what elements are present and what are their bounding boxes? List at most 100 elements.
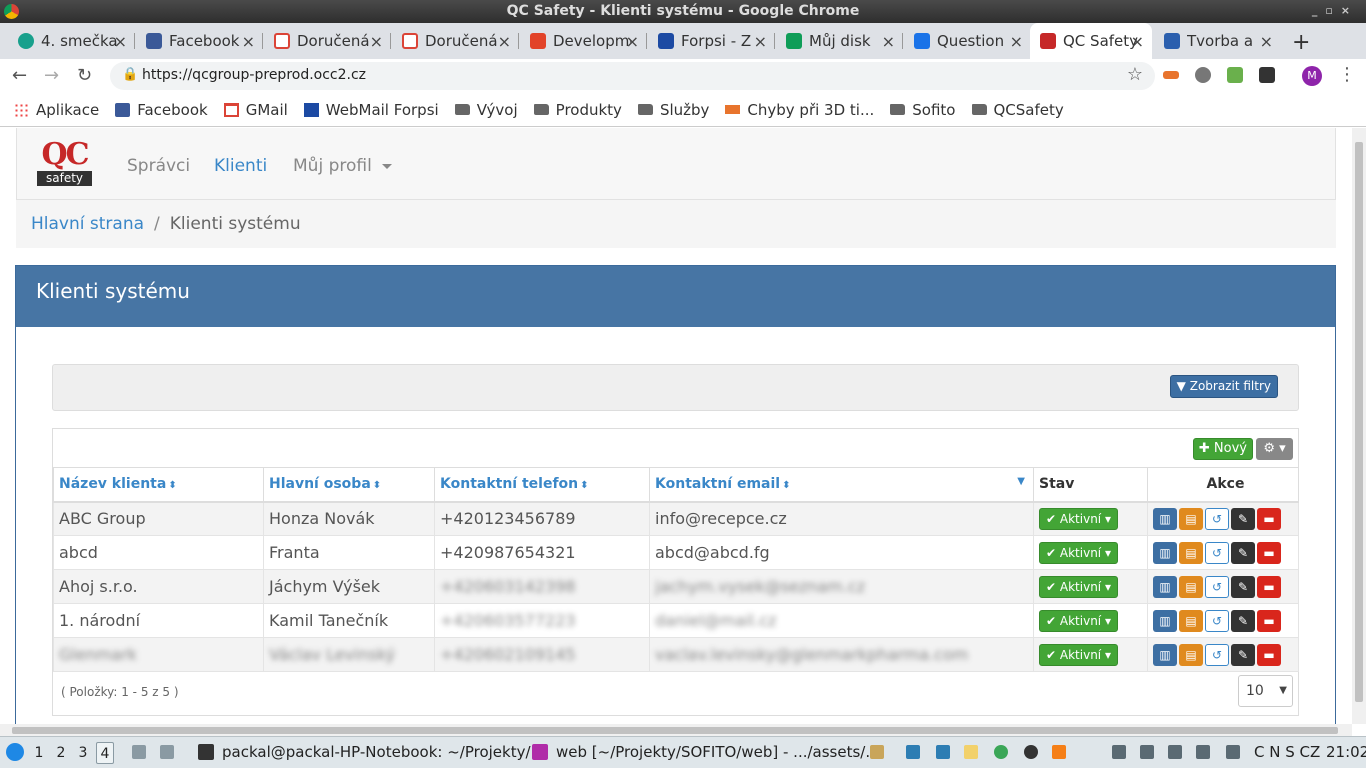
home-icon[interactable]	[160, 745, 174, 759]
tab-7[interactable]: Můj disk ×	[776, 23, 903, 59]
bookmark-folder-produkty[interactable]: Produkty	[533, 101, 622, 119]
window-controls[interactable]: _▫×	[1312, 0, 1358, 22]
vertical-scrollbar[interactable]	[1352, 128, 1366, 724]
reload-icon[interactable]: ↻	[77, 65, 92, 86]
building-icon[interactable]: ▥	[1153, 541, 1177, 564]
close-icon[interactable]: ×	[1010, 32, 1023, 51]
qr-code-icon[interactable]	[1259, 67, 1275, 83]
edit-icon[interactable]: ✎	[1231, 541, 1255, 564]
col-header-osoba[interactable]: Hlavní osoba ⬍	[263, 467, 435, 503]
id-card-icon[interactable]: ▤	[1179, 541, 1203, 564]
qc-safety-logo[interactable]: QC safety	[37, 140, 92, 188]
status-dropdown-button[interactable]: ✔ Aktivní ▾	[1039, 507, 1118, 530]
breadcrumb-home[interactable]: Hlavní strana	[31, 214, 144, 234]
close-icon[interactable]: ×	[1131, 32, 1144, 51]
bookmark-apps[interactable]: Aplikace	[14, 101, 99, 119]
history-icon[interactable]: ↺	[1205, 643, 1229, 666]
tab-4[interactable]: Doručená ×	[392, 23, 519, 59]
menu-icon[interactable]: ⋮	[1338, 64, 1356, 85]
settings-dropdown-button[interactable]: ⚙ ▾	[1256, 438, 1293, 460]
bookmark-folder-qcsafety[interactable]: QCSafety	[971, 101, 1064, 119]
back-icon[interactable]: ←	[12, 65, 27, 86]
new-tab-button[interactable]: +	[1292, 30, 1310, 55]
tab-9-active[interactable]: QC Safety ×	[1030, 23, 1152, 59]
bookmark-chyby-3d[interactable]: Chyby při 3D ti...	[725, 101, 874, 119]
workspace-3[interactable]: 3	[74, 742, 92, 764]
bluetooth-icon[interactable]	[936, 745, 950, 759]
dropbox-icon[interactable]	[1112, 745, 1126, 759]
orange-app-icon[interactable]	[1052, 745, 1066, 759]
extension-icon[interactable]	[1195, 67, 1211, 83]
trash-icon[interactable]: ▬	[1257, 541, 1281, 564]
trash-icon[interactable]	[132, 745, 146, 759]
history-icon[interactable]: ↺	[1205, 541, 1229, 564]
close-icon[interactable]: ×	[242, 32, 255, 51]
status-dropdown-button[interactable]: ✔ Aktivní ▾	[1039, 541, 1118, 564]
avatar[interactable]: M	[1302, 66, 1322, 86]
close-icon[interactable]: ×	[882, 32, 895, 51]
tab-1[interactable]: 4. smečka ×	[8, 23, 135, 59]
url-text[interactable]: https://qcgroup-preprod.occ2.cz	[142, 67, 366, 83]
tab-6[interactable]: Forpsi - Z ×	[648, 23, 775, 59]
extension-icon[interactable]	[1163, 71, 1179, 79]
trash-icon[interactable]: ▬	[1257, 575, 1281, 598]
close-icon[interactable]: ×	[498, 32, 511, 51]
tab-8[interactable]: Question ×	[904, 23, 1031, 59]
bookmark-webmail-forpsi[interactable]: WebMail Forpsi	[303, 101, 439, 119]
history-icon[interactable]: ↺	[1205, 575, 1229, 598]
display-icon[interactable]	[1226, 745, 1240, 759]
extension-icon[interactable]	[1227, 67, 1243, 83]
tab-2[interactable]: Facebook ×	[136, 23, 263, 59]
history-icon[interactable]: ↺	[1205, 609, 1229, 632]
building-icon[interactable]: ▥	[1153, 609, 1177, 632]
tab-10[interactable]: Tvorba a ×	[1154, 23, 1281, 59]
status-dropdown-button[interactable]: ✔ Aktivní ▾	[1039, 575, 1118, 598]
status-dropdown-button[interactable]: ✔ Aktivní ▾	[1039, 609, 1118, 632]
building-icon[interactable]: ▥	[1153, 507, 1177, 530]
close-icon[interactable]: ×	[626, 32, 639, 51]
edit-icon[interactable]: ✎	[1231, 575, 1255, 598]
close-icon[interactable]: ×	[370, 32, 383, 51]
record-icon[interactable]	[1024, 745, 1038, 759]
tab-5[interactable]: Developme ×	[520, 23, 647, 59]
taskbar-app-phpstorm[interactable]: web [~/Projekty/SOFITO/web] - .../assets…	[556, 743, 880, 761]
tab-3[interactable]: Doručená ×	[264, 23, 391, 59]
close-icon[interactable]: ×	[754, 32, 767, 51]
col-header-nazev[interactable]: Název klienta ⬍	[53, 467, 264, 503]
close-icon[interactable]: ×	[114, 32, 127, 51]
nav-profil[interactable]: Můj profil	[293, 156, 392, 176]
edit-icon[interactable]: ✎	[1231, 609, 1255, 632]
id-card-icon[interactable]: ▤	[1179, 609, 1203, 632]
col-header-email[interactable]: Kontaktní email ⬍ ▼	[649, 467, 1034, 503]
col-header-telefon[interactable]: Kontaktní telefon ⬍	[434, 467, 650, 503]
trash-icon[interactable]: ▬	[1257, 643, 1281, 666]
edit-icon[interactable]: ✎	[1231, 507, 1255, 530]
keyboard-layout[interactable]: C N S CZ	[1254, 743, 1320, 761]
new-client-button[interactable]: ✚ Nový	[1192, 438, 1253, 460]
forward-icon[interactable]: →	[44, 65, 59, 86]
building-icon[interactable]: ▥	[1153, 575, 1177, 598]
history-icon[interactable]: ↺	[1205, 507, 1229, 530]
taskbar-app-terminal[interactable]: packal@packal-HP-Notebook: ~/Projekty/..…	[222, 743, 545, 761]
close-icon[interactable]: ×	[1260, 32, 1273, 51]
status-dropdown-button[interactable]: ✔ Aktivní ▾	[1039, 643, 1118, 666]
star-icon[interactable]: ☆	[1127, 64, 1143, 85]
files-icon[interactable]	[964, 745, 978, 759]
bookmark-folder-vyvoj[interactable]: Vývoj	[454, 101, 518, 119]
workspace-1[interactable]: 1	[30, 742, 48, 764]
volume-icon[interactable]	[1196, 745, 1210, 759]
edit-icon[interactable]: ✎	[1231, 643, 1255, 666]
id-card-icon[interactable]: ▤	[1179, 575, 1203, 598]
workspace-2[interactable]: 2	[52, 742, 70, 764]
bookmark-gmail[interactable]: GMail	[223, 101, 288, 119]
bookmark-folder-sluzby[interactable]: Služby	[637, 101, 709, 119]
horizontal-scrollbar[interactable]	[0, 724, 1352, 736]
bookmark-facebook[interactable]: Facebook	[115, 101, 208, 119]
chip-icon[interactable]	[1140, 745, 1154, 759]
per-page-select[interactable]: 10 ▼	[1238, 675, 1293, 707]
lock-icon[interactable]: 🔒	[122, 67, 138, 82]
trash-icon[interactable]: ▬	[1257, 609, 1281, 632]
notes-icon[interactable]	[870, 745, 884, 759]
start-menu-icon[interactable]	[6, 743, 24, 761]
nav-klienti[interactable]: Klienti	[214, 156, 267, 176]
